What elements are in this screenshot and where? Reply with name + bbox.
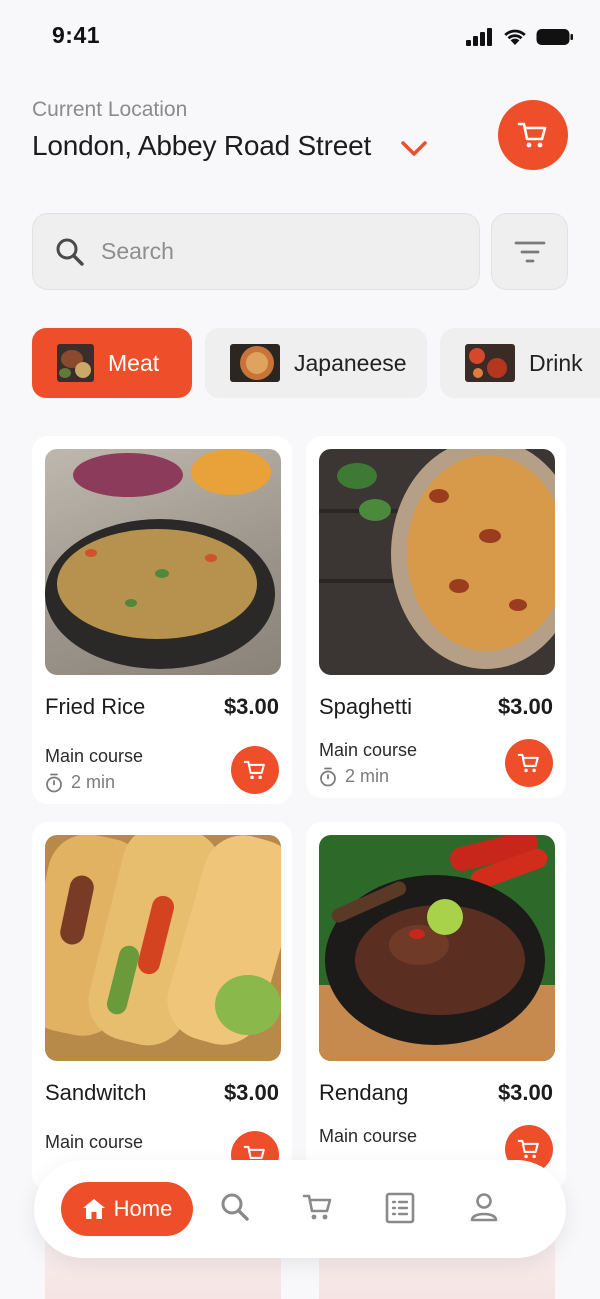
location-label: Current Location (32, 98, 188, 121)
cart-icon[interactable] (302, 1192, 334, 1222)
food-name: Fried Rice (45, 694, 146, 719)
category-label: Drink (529, 349, 583, 376)
status-icons (466, 27, 574, 46)
food-card-spaghetti[interactable]: Spaghetti $3.00 Main course 2 min (306, 436, 566, 798)
nav-home[interactable]: Home (61, 1182, 193, 1236)
food-course: Main course (319, 740, 418, 760)
battery-icon (536, 28, 573, 45)
filter-icon (514, 241, 545, 262)
category-list: Meat Japaneese Drink (32, 328, 600, 398)
category-chip-japaneese[interactable]: Japaneese (205, 328, 427, 398)
food-price: $3.00 (223, 694, 279, 719)
chevron-down-icon[interactable] (400, 140, 428, 158)
food-time-label: 2 min (345, 766, 390, 786)
food-price: $3.00 (497, 1080, 553, 1105)
food-card-rendang[interactable]: Rendang $3.00 Main course (306, 822, 566, 1190)
nav-home-label: Home (113, 1196, 173, 1221)
food-name: Rendang (319, 1080, 409, 1105)
cart-icon (243, 760, 265, 780)
home-icon (82, 1199, 105, 1219)
food-image (45, 835, 281, 1061)
food-image (319, 835, 555, 1061)
food-image (319, 449, 555, 675)
search-icon (56, 238, 84, 266)
location-value[interactable]: London, Abbey Road Street (32, 130, 371, 162)
category-chip-meat[interactable]: Meat (32, 328, 192, 398)
add-to-cart-button[interactable] (505, 739, 553, 787)
meat-thumbnail (57, 344, 94, 382)
drink-thumbnail (465, 344, 515, 382)
japaneese-thumbnail (230, 344, 280, 382)
food-card-sandwitch[interactable]: Sandwitch $3.00 Main course (32, 822, 292, 1190)
status-time: 9:41 (52, 22, 101, 48)
search-icon[interactable] (220, 1192, 250, 1222)
food-name: Spaghetti (319, 694, 412, 719)
cart-button[interactable] (498, 100, 568, 170)
filter-button[interactable] (491, 213, 568, 290)
food-price: $3.00 (497, 694, 553, 719)
cart-icon (517, 1139, 539, 1159)
location-block: Current Location London, Abbey Road Stre… (32, 98, 371, 162)
category-label: Japaneese (294, 349, 407, 376)
category-chip-drink[interactable]: Drink (440, 328, 600, 398)
category-label: Meat (108, 349, 160, 376)
food-image (45, 449, 281, 675)
cart-icon (517, 122, 547, 148)
food-time-label: 2 min (71, 772, 116, 792)
search-box[interactable] (32, 213, 480, 290)
food-time: 2 min (319, 766, 389, 787)
wifi-icon (504, 29, 526, 45)
profile-icon[interactable] (470, 1192, 498, 1222)
clock-icon (46, 773, 62, 792)
food-card-fried-rice[interactable]: Fried Rice $3.00 Main course 2 min (32, 436, 292, 804)
food-course: Main course (45, 1132, 144, 1152)
signal-icon (466, 27, 492, 46)
food-course: Main course (319, 1126, 418, 1146)
add-to-cart-button[interactable] (231, 746, 279, 794)
clock-icon (320, 767, 336, 786)
search-input[interactable] (101, 238, 431, 265)
list-icon[interactable] (385, 1192, 415, 1224)
cart-icon (517, 753, 539, 773)
food-name: Sandwitch (45, 1080, 147, 1105)
food-time: 2 min (45, 772, 115, 793)
food-price: $3.00 (223, 1080, 279, 1105)
status-bar: 9:41 (0, 0, 600, 72)
bottom-nav: Home (34, 1160, 566, 1258)
food-course: Main course (45, 746, 144, 766)
